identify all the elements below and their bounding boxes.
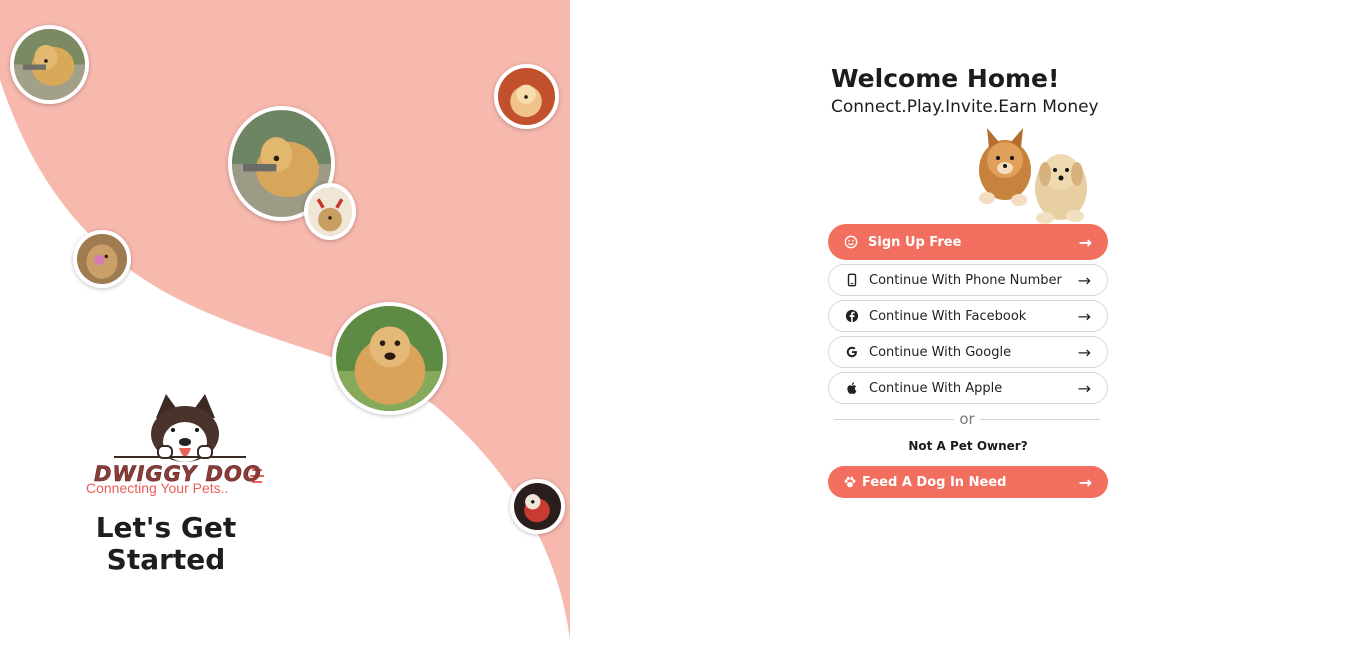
puppies-illustration: [979, 128, 1087, 224]
smiley-icon: [843, 234, 859, 250]
arrow-right-icon: →: [1077, 342, 1091, 362]
dog-photo-golden-flower: [73, 230, 131, 288]
feed-a-dog-label: Feed A Dog In Need: [862, 474, 1007, 490]
continue-facebook-button[interactable]: Continue With Facebook →: [828, 300, 1108, 332]
welcome-title: Welcome Home!: [831, 64, 1060, 93]
feed-a-dog-button[interactable]: Feed A Dog In Need →: [828, 466, 1108, 498]
sign-up-free-label: Sign Up Free: [868, 234, 962, 250]
phone-icon: [844, 272, 860, 288]
continue-phone-button[interactable]: Continue With Phone Number →: [828, 264, 1108, 296]
or-divider: or: [834, 410, 1100, 430]
dog-photo-golden-fence-small: [10, 25, 89, 104]
continue-apple-label: Continue With Apple: [869, 380, 1003, 396]
continue-facebook-label: Continue With Facebook: [869, 308, 1027, 324]
dog-photo-golden-smiling: [332, 302, 447, 415]
continue-apple-button[interactable]: Continue With Apple →: [828, 372, 1108, 404]
paw-icon: [842, 474, 858, 490]
continue-phone-label: Continue With Phone Number: [869, 272, 1062, 288]
arrow-right-icon: →: [1077, 306, 1091, 326]
arrow-right-icon: →: [1078, 232, 1092, 252]
dog-photo-costume: [510, 479, 565, 534]
dog-photo-reindeer-antlers: [304, 183, 356, 240]
not-pet-owner-text: Not A Pet Owner?: [908, 439, 1028, 453]
continue-google-label: Continue With Google: [869, 344, 1012, 360]
google-icon: [844, 344, 860, 360]
sign-up-free-button[interactable]: Sign Up Free →: [828, 224, 1108, 260]
apple-icon: [844, 380, 860, 396]
or-text: or: [959, 410, 975, 428]
dog-photo-pomeranian: [494, 64, 559, 129]
continue-google-button[interactable]: Continue With Google →: [828, 336, 1108, 368]
lets-get-started-heading: Let's Get Started: [95, 511, 237, 576]
left-panel: DWIGGY DOO Connecting Your Pets.. Let's …: [0, 0, 570, 651]
facebook-icon: [844, 308, 860, 324]
arrow-right-icon: →: [1077, 378, 1091, 398]
welcome-subtitle: Connect.Play.Invite.Earn Money: [831, 97, 1099, 117]
arrow-right-icon: →: [1077, 270, 1091, 290]
brand-tagline: Connecting Your Pets..: [86, 480, 229, 496]
arrow-right-icon: →: [1078, 472, 1092, 492]
